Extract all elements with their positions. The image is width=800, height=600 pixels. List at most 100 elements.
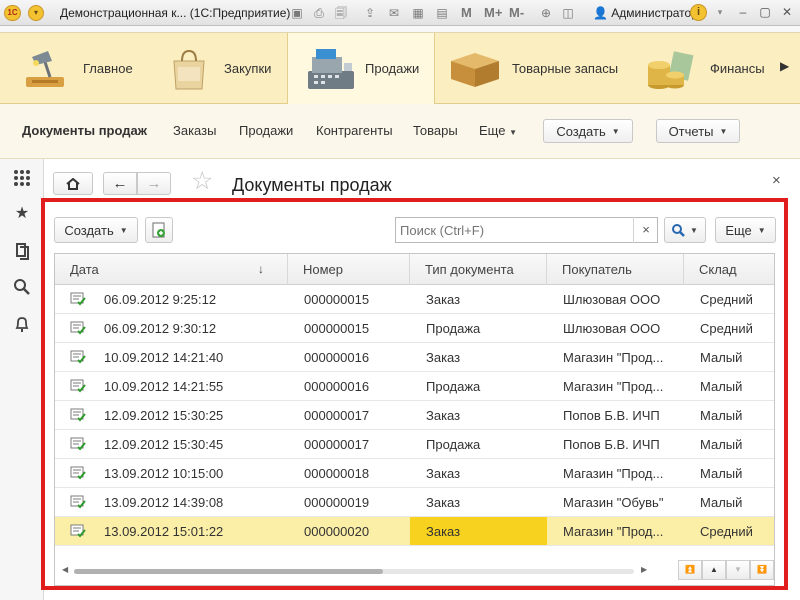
cell-doc-type: Заказ — [426, 408, 461, 423]
app-logo-icon[interactable]: 1C — [4, 5, 21, 21]
history-icon[interactable] — [13, 242, 31, 260]
scroll-left-icon[interactable]: ◀ — [62, 565, 68, 574]
column-header-date[interactable]: Дата ↓ — [55, 254, 288, 285]
column-header-number[interactable]: Номер — [288, 254, 410, 285]
memory-plus-button[interactable]: M+ — [484, 5, 502, 21]
horizontal-scrollbar[interactable]: ◀ ▶ — [56, 562, 654, 580]
section-purchases[interactable]: Закупки — [152, 33, 287, 104]
create-by-copy-button[interactable] — [145, 217, 173, 243]
page-up-icon: ▲ — [710, 565, 718, 574]
go-to-first-button[interactable]: ⏫ — [678, 560, 702, 580]
add-to-favorites-star-icon[interactable]: ☆ — [191, 169, 213, 194]
cell-date: 13.09.2012 10:15:00 — [104, 466, 224, 481]
cell-warehouse: Малый — [700, 437, 743, 452]
panels-icon[interactable]: ◫ — [560, 5, 576, 21]
nav-goods[interactable]: Товары — [413, 123, 458, 138]
nav-more[interactable]: Еще ▼ — [479, 123, 517, 138]
print-icon[interactable]: ⎙ — [311, 5, 327, 21]
all-functions-icon[interactable] — [13, 169, 31, 187]
cell-doc-type: Заказ — [410, 517, 547, 545]
search-icon[interactable] — [13, 278, 31, 296]
column-header-customer[interactable]: Покупатель — [547, 254, 684, 285]
info-icon[interactable]: i — [690, 4, 707, 21]
scroll-right-icon[interactable]: ▶ — [641, 565, 647, 574]
cell-customer: Магазин "Прод... — [563, 466, 664, 481]
table-row[interactable]: 10.09.2012 14:21:55 000000016 Продажа Магаз… — [55, 372, 774, 401]
user-icon: 👤 — [593, 6, 608, 20]
column-header-doc-type[interactable]: Тип документа — [410, 254, 547, 285]
shopping-bag-icon — [173, 49, 205, 90]
cell-customer: Попов Б.В. ИЧП — [563, 408, 660, 423]
cell-warehouse: Средний — [700, 321, 753, 336]
memory-m-button[interactable]: M — [461, 5, 472, 21]
create-menu-button[interactable]: Создать ▼ — [543, 119, 633, 143]
sections-scroll-right-icon[interactable]: ▶ — [780, 59, 789, 73]
calculator-icon[interactable]: ▦ — [410, 5, 426, 21]
nav-counterparties[interactable]: Контрагенты — [316, 123, 393, 138]
cell-number: 000000018 — [304, 466, 370, 481]
go-to-last-button[interactable]: ⏬ — [750, 560, 774, 580]
page-down-button[interactable]: ▼ — [726, 560, 750, 580]
print-preview-icon[interactable]: 🗐 — [333, 5, 349, 21]
maximize-button[interactable]: ▢ — [756, 4, 774, 21]
forward-button[interactable]: → — [137, 172, 171, 195]
current-user[interactable]: 👤 Администратор — [593, 6, 698, 20]
back-button[interactable]: ← — [103, 172, 137, 195]
cell-warehouse: Малый — [700, 466, 743, 481]
last-page-icon: ⏬ — [757, 565, 767, 574]
table-row[interactable]: 06.09.2012 9:25:12 000000015 Заказ Шлюзовая… — [55, 285, 774, 314]
cell-customer: Магазин "Прод... — [563, 524, 664, 539]
chevron-down-icon: ▼ — [757, 225, 766, 235]
table-row[interactable]: 10.09.2012 14:21:40 000000016 Заказ Магазин… — [55, 343, 774, 372]
memory-minus-button[interactable]: M- — [509, 5, 524, 21]
nav-orders[interactable]: Заказы — [173, 123, 216, 138]
main-menu-icon[interactable]: ▾ — [28, 5, 44, 21]
table-row[interactable]: 13.09.2012 14:39:08 000000019 Заказ Магазин… — [55, 488, 774, 517]
save-icon[interactable]: ▣ — [289, 5, 305, 21]
nav-sales-documents[interactable]: Документы продаж — [22, 123, 147, 138]
table-row[interactable]: 13.09.2012 15:01:22 000000020 Заказ Магазин… — [55, 517, 774, 546]
scroll-thumb[interactable] — [74, 569, 383, 574]
more-actions-button[interactable]: Еще ▼ — [715, 217, 776, 243]
cell-number: 000000016 — [304, 379, 370, 394]
zoom-icon[interactable]: ⊕ — [538, 5, 554, 21]
home-button[interactable] — [53, 172, 93, 195]
close-form-button[interactable]: × — [772, 172, 781, 189]
attach-icon[interactable]: ⇪ — [362, 5, 378, 21]
table-row[interactable]: 12.09.2012 15:30:25 000000017 Заказ Попов Б… — [55, 401, 774, 430]
section-sales[interactable]: Продажи — [287, 33, 435, 104]
nav-sales[interactable]: Продажи — [239, 123, 293, 138]
page-down-icon: ▼ — [734, 565, 742, 574]
page-up-button[interactable]: ▲ — [702, 560, 726, 580]
search-options-button[interactable]: ▼ — [664, 217, 706, 243]
cell-date: 12.09.2012 15:30:45 — [104, 437, 224, 452]
window-title: Демонстрационная к... (1С:Предприятие) — [60, 6, 291, 20]
cell-date: 06.09.2012 9:25:12 — [104, 292, 217, 307]
calendar-icon[interactable]: ▤ — [434, 5, 450, 21]
cell-doc-type: Продажа — [426, 437, 481, 452]
posted-document-icon — [70, 524, 86, 538]
section-main[interactable]: Главное — [0, 33, 152, 104]
posted-document-icon — [70, 292, 86, 306]
favorites-star-icon[interactable]: ★ — [13, 205, 31, 223]
table-row[interactable]: 06.09.2012 9:30:12 000000015 Продажа Шлюзов… — [55, 314, 774, 343]
column-header-warehouse[interactable]: Склад — [684, 254, 774, 285]
search-input[interactable] — [395, 217, 658, 243]
table-row[interactable]: 13.09.2012 10:15:00 000000018 Заказ Магазин… — [55, 459, 774, 488]
reports-menu-button[interactable]: Отчеты ▼ — [656, 119, 740, 143]
table-row[interactable]: 12.09.2012 15:30:45 000000017 Продажа Попов… — [55, 430, 774, 459]
section-inventory-label: Товарные запасы — [512, 61, 619, 76]
section-finance[interactable]: Финансы — [631, 33, 781, 104]
mail-icon[interactable]: ✉ — [386, 5, 402, 21]
notifications-bell-icon[interactable] — [13, 315, 31, 333]
close-window-button[interactable]: ✕ — [778, 4, 796, 21]
create-button[interactable]: Создать ▼ — [54, 217, 138, 243]
desk-lamp-icon — [26, 51, 64, 87]
coins-icon — [648, 51, 694, 89]
info-menu-chevron-icon[interactable]: ▾ — [711, 4, 729, 21]
cell-date: 06.09.2012 9:30:12 — [104, 321, 217, 336]
cell-number: 000000017 — [304, 437, 370, 452]
minimize-button[interactable]: – — [734, 4, 752, 21]
section-inventory[interactable]: Товарные запасы — [435, 33, 631, 104]
search-clear-button[interactable]: × — [633, 217, 658, 243]
